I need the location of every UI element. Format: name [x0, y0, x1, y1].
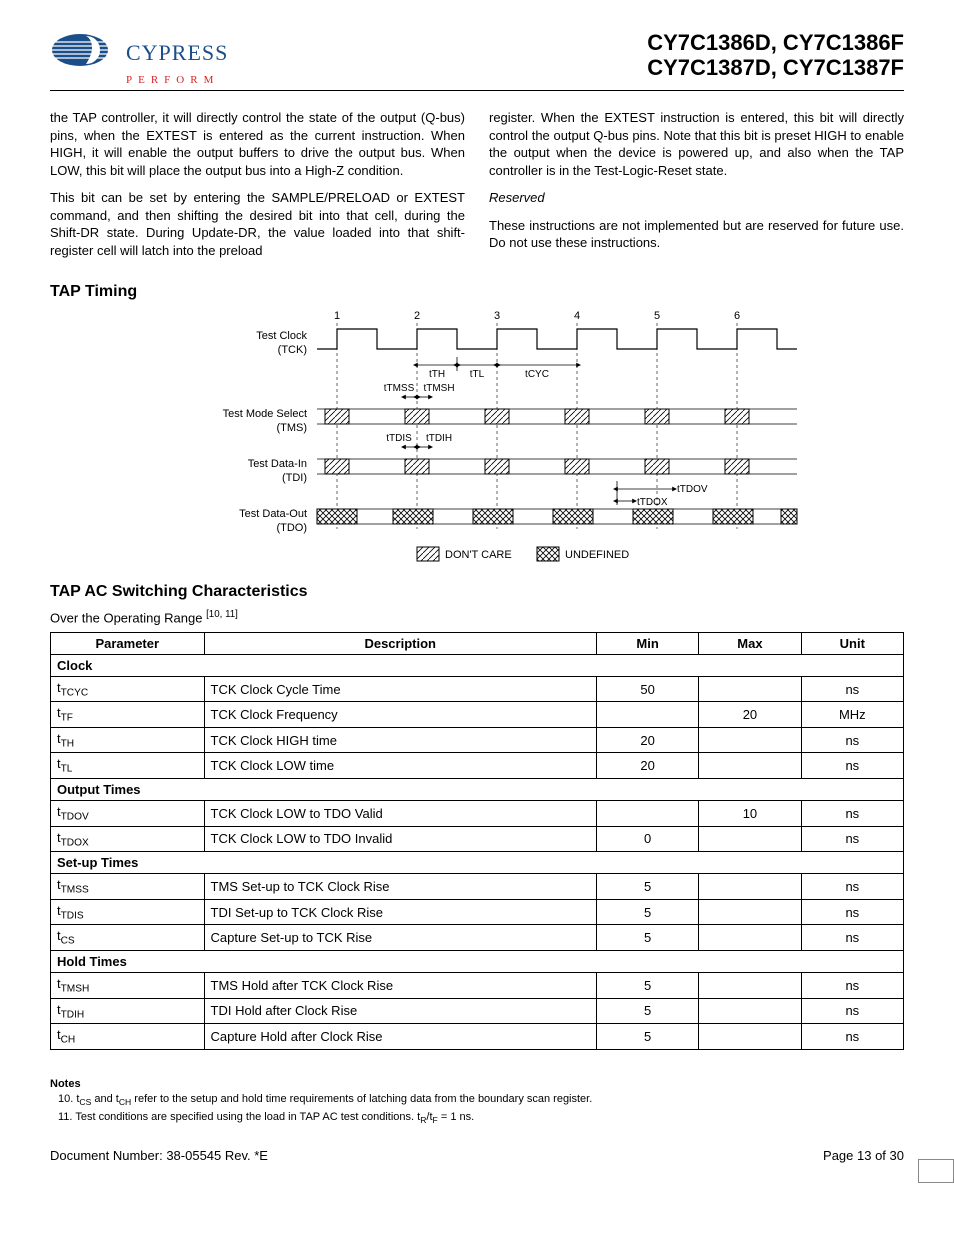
- th-max: Max: [699, 632, 801, 654]
- svg-text:tTMSS: tTMSS: [384, 383, 415, 394]
- intro-left-p1: the TAP controller, it will directly con…: [50, 109, 465, 179]
- reserved-heading: Reserved: [489, 189, 904, 207]
- svg-text:(TCK): (TCK): [278, 344, 307, 356]
- svg-text:(TMS): (TMS): [276, 422, 307, 434]
- doc-number: Document Number: 38-05545 Rev. *E: [50, 1148, 268, 1163]
- svg-text:tTL: tTL: [470, 369, 485, 380]
- notes-block: Notes 10. tCS and tCH refer to the setup…: [50, 1078, 904, 1127]
- svg-text:1: 1: [334, 310, 340, 322]
- page-footer: Document Number: 38-05545 Rev. *E Page 1…: [50, 1148, 904, 1163]
- page-header: CYPRESS PERFORM CY7C1386D, CY7C1386F CY7…: [50, 30, 904, 91]
- brand-tagline: PERFORM: [126, 74, 219, 86]
- table-row: tCSCapture Set-up to TCK Rise5ns: [51, 925, 904, 951]
- table-row: tTDOVTCK Clock LOW to TDO Valid10ns: [51, 801, 904, 827]
- page-number: Page 13 of 30: [823, 1148, 904, 1163]
- part-line-1: CY7C1386D, CY7C1386F: [647, 30, 904, 55]
- range-refs: [10, 11]: [206, 609, 238, 620]
- table-row: tTDISTDI Set-up to TCK Clock Rise5ns: [51, 899, 904, 925]
- part-line-2: CY7C1387D, CY7C1387F: [647, 55, 904, 80]
- th-min: Min: [596, 632, 698, 654]
- table-row: tTLTCK Clock LOW time20ns: [51, 753, 904, 779]
- tap-ac-heading: TAP AC Switching Characteristics: [50, 583, 904, 601]
- tap-timing-heading: TAP Timing: [50, 283, 904, 301]
- svg-text:tCYC: tCYC: [525, 369, 549, 380]
- th-desc: Description: [204, 632, 596, 654]
- svg-text:tTMSH: tTMSH: [423, 383, 454, 394]
- svg-text:4: 4: [574, 310, 580, 322]
- tap-ac-table: Parameter Description Min Max Unit Clock…: [50, 632, 904, 1050]
- svg-text:3: 3: [494, 310, 500, 322]
- table-section-row: Output Times: [51, 779, 904, 801]
- table-row: tTMSHTMS Hold after TCK Clock Rise5ns: [51, 973, 904, 999]
- table-row: tCHCapture Hold after Clock Rise5ns: [51, 1024, 904, 1050]
- svg-text:Test Mode Select: Test Mode Select: [223, 408, 307, 420]
- table-row: tTFTCK Clock Frequency20MHz: [51, 702, 904, 728]
- note-11: 11. Test conditions are specified using …: [58, 1110, 904, 1126]
- cypress-logo-icon: [50, 30, 120, 76]
- intro-columns: the TAP controller, it will directly con…: [50, 109, 904, 269]
- intro-right-p1: register. When the EXTEST instruction is…: [489, 109, 904, 179]
- svg-text:5: 5: [654, 310, 660, 322]
- svg-text:tTH: tTH: [429, 369, 445, 380]
- table-section-row: Hold Times: [51, 951, 904, 973]
- table-section-row: Clock: [51, 654, 904, 676]
- svg-text:(TDO): (TDO): [276, 522, 307, 534]
- part-numbers: CY7C1386D, CY7C1386F CY7C1387D, CY7C1387…: [647, 30, 904, 81]
- intro-right-p2: These instructions are not implemented b…: [489, 217, 904, 252]
- svg-text:6: 6: [734, 310, 740, 322]
- note-10: 10. tCS and tCH refer to the setup and h…: [58, 1092, 904, 1108]
- corner-box: [918, 1159, 954, 1183]
- table-row: tTMSSTMS Set-up to TCK Clock Rise5ns: [51, 874, 904, 900]
- brand-logo-block: CYPRESS PERFORM: [50, 30, 228, 86]
- operating-range-note: Over the Operating Range [10, 11]: [50, 609, 904, 625]
- intro-col-left: the TAP controller, it will directly con…: [50, 109, 465, 269]
- table-row: tTHTCK Clock HIGH time20ns: [51, 727, 904, 753]
- svg-text:tTDOV: tTDOV: [677, 484, 708, 495]
- svg-text:(TDI): (TDI): [282, 472, 307, 484]
- svg-text:tTDIS: tTDIS: [386, 433, 412, 444]
- table-row: tTDOXTCK Clock LOW to TDO Invalid0ns: [51, 826, 904, 852]
- table-row: tTDIHTDI Hold after Clock Rise5ns: [51, 998, 904, 1024]
- svg-text:tTDIH: tTDIH: [426, 433, 452, 444]
- svg-text:DON'T CARE: DON'T CARE: [445, 549, 512, 561]
- th-unit: Unit: [801, 632, 903, 654]
- svg-text:2: 2: [414, 310, 420, 322]
- svg-text:Test Data-In: Test Data-In: [248, 458, 307, 470]
- brand-name: CYPRESS: [126, 40, 228, 66]
- intro-col-right: register. When the EXTEST instruction is…: [489, 109, 904, 269]
- table-section-row: Set-up Times: [51, 852, 904, 874]
- svg-text:tTDOX: tTDOX: [637, 497, 668, 508]
- notes-heading: Notes: [50, 1078, 904, 1090]
- svg-text:Test Data-Out: Test Data-Out: [239, 508, 307, 520]
- intro-left-p2: This bit can be set by entering the SAMP…: [50, 189, 465, 259]
- svg-text:Test Clock: Test Clock: [256, 330, 307, 342]
- tap-timing-diagram: 1 2 3 4 5 6 Test Clock (TCK) Test Mode Select…: [137, 309, 817, 569]
- svg-text:UNDEFINED: UNDEFINED: [565, 549, 629, 561]
- th-param: Parameter: [51, 632, 205, 654]
- range-text: Over the Operating Range: [50, 611, 206, 626]
- table-row: tTCYCTCK Clock Cycle Time50ns: [51, 676, 904, 702]
